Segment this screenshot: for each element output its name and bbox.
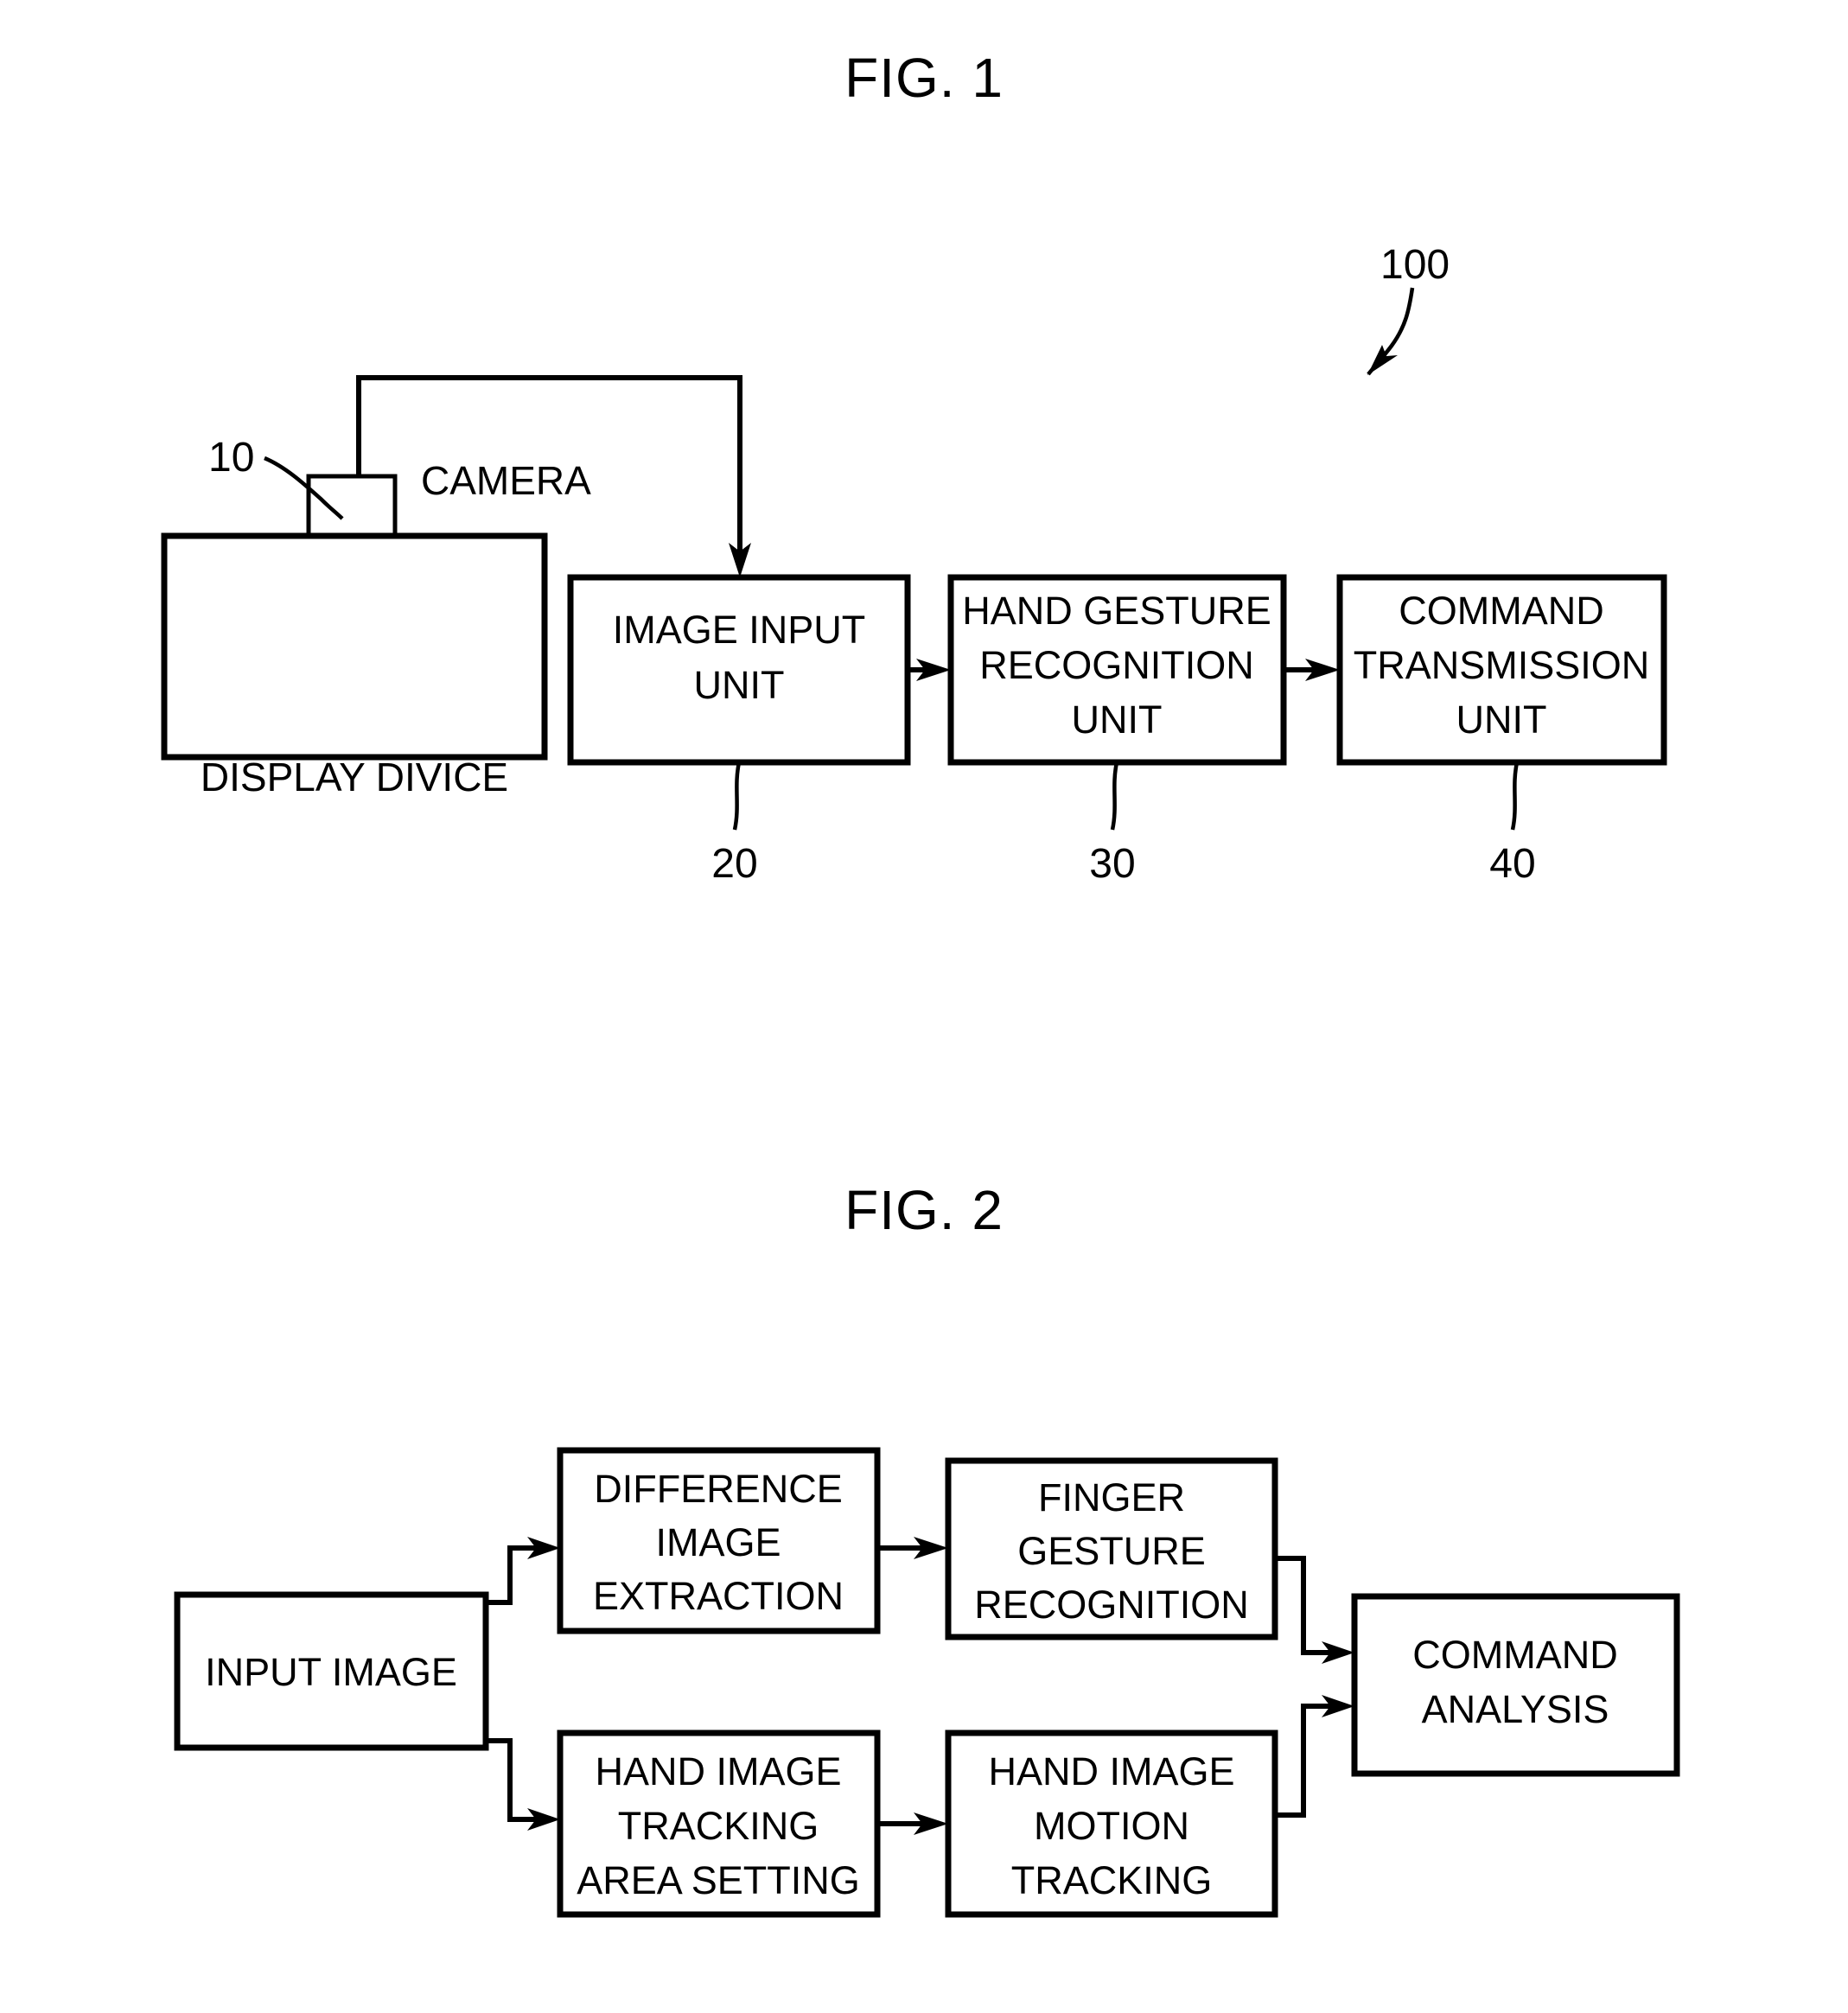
fig2-title: FIG. 2 xyxy=(844,1179,1004,1241)
fig1-hand-gesture-unit-ref-30: 30 xyxy=(1089,841,1135,887)
fig2-difference-image-extraction-label-line2: IMAGE xyxy=(655,1520,781,1564)
fig1-title: FIG. 1 xyxy=(844,47,1004,109)
fig1-camera-box xyxy=(306,474,398,539)
fig2-hand-image-motion-tracking-label-line1: HAND IMAGE xyxy=(988,1749,1234,1793)
fig1-image-input-unit-label-line2: UNIT xyxy=(694,663,785,707)
fig1-hand-gesture-unit-ref-leader xyxy=(1110,761,1119,831)
fig2-difference-image-extraction-label-line1: DIFFERENCE xyxy=(594,1467,843,1511)
fig1-command-transmission-unit-label-line1: COMMAND xyxy=(1399,589,1603,633)
fig1-command-transmission-unit-label-line2: TRANSMISSION xyxy=(1354,643,1650,687)
fig1-command-transmission-unit-label-line3: UNIT xyxy=(1456,698,1547,742)
fig1-command-transmission-unit-ref-leader xyxy=(1510,761,1520,831)
fig1-camera-ref-10: 10 xyxy=(208,435,254,481)
fig1-command-transmission-unit-ref-40: 40 xyxy=(1489,841,1535,887)
fig2-finger-gesture-recognition-label-line1: FINGER xyxy=(1038,1475,1185,1519)
fig2-finger-gesture-recognition-label-line3: RECOGNITION xyxy=(974,1583,1249,1627)
fig1-system-ref-100: 100 xyxy=(1380,242,1450,288)
fig1-camera-label: CAMERA xyxy=(421,458,591,503)
fig2-difference-image-extraction-label-line3: EXTRACTION xyxy=(593,1574,844,1618)
fig2-branch-input-to-tracking-line xyxy=(486,1738,546,1822)
fig1-hand-gesture-unit-label-line2: RECOGNITION xyxy=(979,643,1254,687)
figure-2-group: FIG. 2 INPUT IMAGE DIFFERENCE IMAGE EXTR… xyxy=(174,1179,1680,1918)
fig2-hand-image-motion-tracking-label-line3: TRACKING xyxy=(1011,1858,1213,1902)
fig2-finger-gesture-recognition-label-line2: GESTURE xyxy=(1017,1529,1206,1573)
fig1-image-input-unit-label-line1: IMAGE INPUT xyxy=(613,608,866,652)
fig2-command-analysis-label-line2: ANALYSIS xyxy=(1422,1687,1609,1731)
figure-canvas: FIG. 1 100 CAMERA 10 DISPLAY DIVICE IMAG… xyxy=(161,47,1680,1918)
fig1-image-input-unit-ref-leader xyxy=(732,761,742,831)
fig1-display-device-label: DISPLAY DIVICE xyxy=(201,755,508,799)
fig2-hand-image-tracking-label-line1: HAND IMAGE xyxy=(595,1749,841,1793)
fig1-display-device-box xyxy=(161,532,548,761)
fig2-merge-motion-to-command-line xyxy=(1275,1704,1341,1818)
fig2-hand-image-tracking-label-line2: TRACKING xyxy=(618,1804,819,1848)
figure-1-group: FIG. 1 100 CAMERA 10 DISPLAY DIVICE IMAG… xyxy=(161,47,1667,887)
fig2-command-analysis-box xyxy=(1351,1593,1680,1777)
patent-drawing-sheet: FIG. 1 100 CAMERA 10 DISPLAY DIVICE IMAG… xyxy=(0,0,1848,2013)
fig1-system-ref-arrowhead xyxy=(1367,345,1398,375)
fig1-hand-gesture-unit-label-line1: HAND GESTURE xyxy=(962,589,1271,633)
fig2-hand-image-motion-tracking-label-line2: MOTION xyxy=(1034,1804,1189,1848)
fig2-merge-finger-to-command-line xyxy=(1275,1556,1341,1655)
fig2-branch-input-to-difference-line xyxy=(486,1545,546,1605)
fig1-hand-gesture-unit-label-line3: UNIT xyxy=(1072,698,1163,742)
fig1-image-input-unit-ref-20: 20 xyxy=(711,841,757,887)
fig2-command-analysis-label-line1: COMMAND xyxy=(1412,1633,1617,1677)
fig2-input-image-label-line1: INPUT IMAGE xyxy=(205,1650,457,1694)
fig2-hand-image-tracking-label-line3: AREA SETTING xyxy=(577,1858,860,1902)
